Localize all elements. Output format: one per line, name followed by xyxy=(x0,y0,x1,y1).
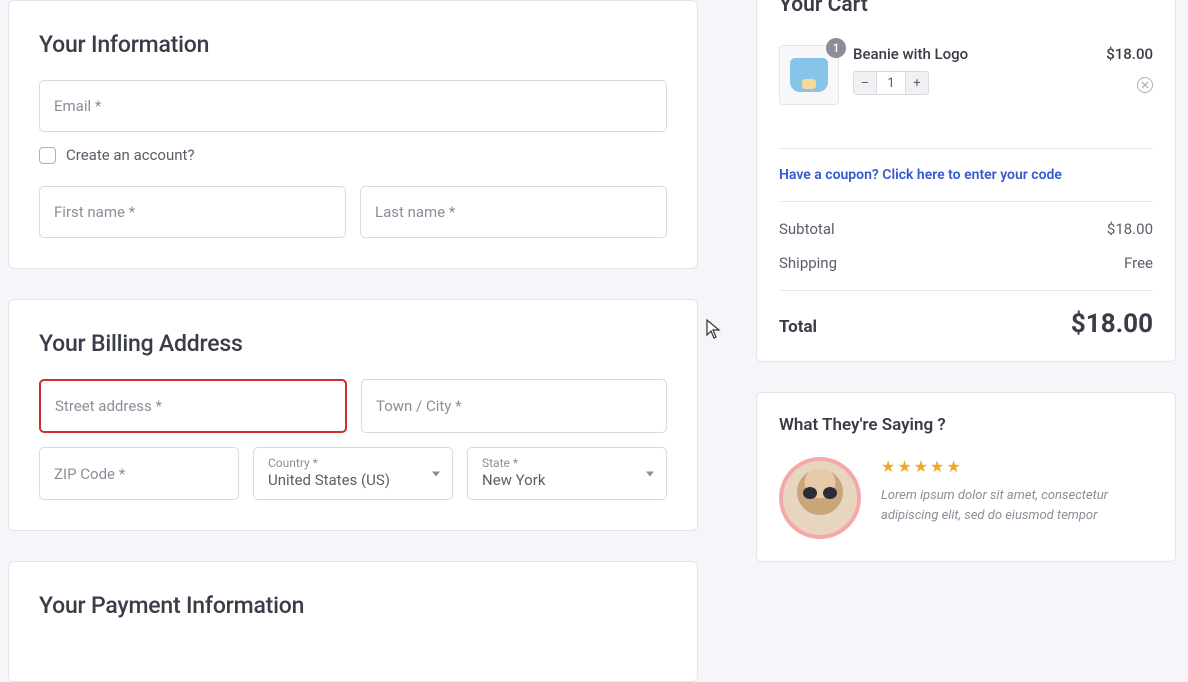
total-value: $18.00 xyxy=(1071,309,1153,339)
remove-item-button[interactable] xyxy=(1137,77,1153,93)
testimonial-card: What They're Saying ? ★★★★★ Lorem ipsum … xyxy=(756,392,1176,562)
section-title-billing: Your Billing Address xyxy=(39,330,667,357)
divider xyxy=(779,201,1153,202)
country-select-value: United States (US) xyxy=(268,471,438,489)
divider xyxy=(779,290,1153,291)
qty-increase-button[interactable]: + xyxy=(906,72,928,94)
star-rating: ★★★★★ xyxy=(881,457,1153,476)
product-thumbnail: 1 xyxy=(779,45,839,105)
billing-address-section: Your Billing Address Country * United St… xyxy=(8,299,698,531)
subtotal-value: $18.00 xyxy=(1107,220,1153,238)
cursor-icon xyxy=(705,318,723,340)
chevron-down-icon xyxy=(432,471,440,476)
city-field[interactable] xyxy=(361,379,667,433)
cart-card: Your Cart 1 Beanie with Logo – 1 + $18.0… xyxy=(756,0,1176,362)
country-select[interactable]: Country * United States (US) xyxy=(253,447,453,500)
section-title-info: Your Information xyxy=(39,31,667,58)
state-select-label: State * xyxy=(482,456,652,470)
cart-title: Your Cart xyxy=(779,0,1153,17)
shipping-label: Shipping xyxy=(779,254,837,272)
close-icon xyxy=(1141,81,1149,89)
last-name-field[interactable] xyxy=(360,186,667,238)
testimonial-title: What They're Saying ? xyxy=(779,415,1153,435)
state-select[interactable]: State * New York xyxy=(467,447,667,500)
coupon-link[interactable]: Have a coupon? Click here to enter your … xyxy=(779,167,1153,183)
avatar xyxy=(779,457,861,539)
cart-item-name: Beanie with Logo xyxy=(853,45,1106,63)
create-account-checkbox[interactable] xyxy=(39,147,56,164)
divider xyxy=(779,148,1153,149)
shipping-value: Free xyxy=(1124,254,1153,272)
cart-item-price: $18.00 xyxy=(1106,45,1153,63)
testimonial-text: Lorem ipsum dolor sit amet, consectetur … xyxy=(881,486,1153,525)
state-select-value: New York xyxy=(482,471,652,489)
street-address-field[interactable] xyxy=(39,379,347,433)
email-field[interactable] xyxy=(39,80,667,132)
quantity-badge: 1 xyxy=(826,38,846,58)
subtotal-label: Subtotal xyxy=(779,220,835,238)
first-name-field[interactable] xyxy=(39,186,346,238)
cart-item: 1 Beanie with Logo – 1 + $18.00 xyxy=(779,45,1153,130)
payment-section: Your Payment Information xyxy=(8,561,698,682)
zip-field[interactable] xyxy=(39,447,239,500)
total-label: Total xyxy=(779,317,817,337)
chevron-down-icon xyxy=(646,471,654,476)
create-account-label: Create an account? xyxy=(66,146,195,164)
section-title-payment: Your Payment Information xyxy=(39,592,667,619)
quantity-stepper: – 1 + xyxy=(853,71,929,95)
your-information-section: Your Information Create an account? xyxy=(8,0,698,269)
beanie-icon xyxy=(790,58,828,92)
qty-value[interactable]: 1 xyxy=(876,72,906,94)
country-select-label: Country * xyxy=(268,456,438,470)
qty-decrease-button[interactable]: – xyxy=(854,72,876,94)
